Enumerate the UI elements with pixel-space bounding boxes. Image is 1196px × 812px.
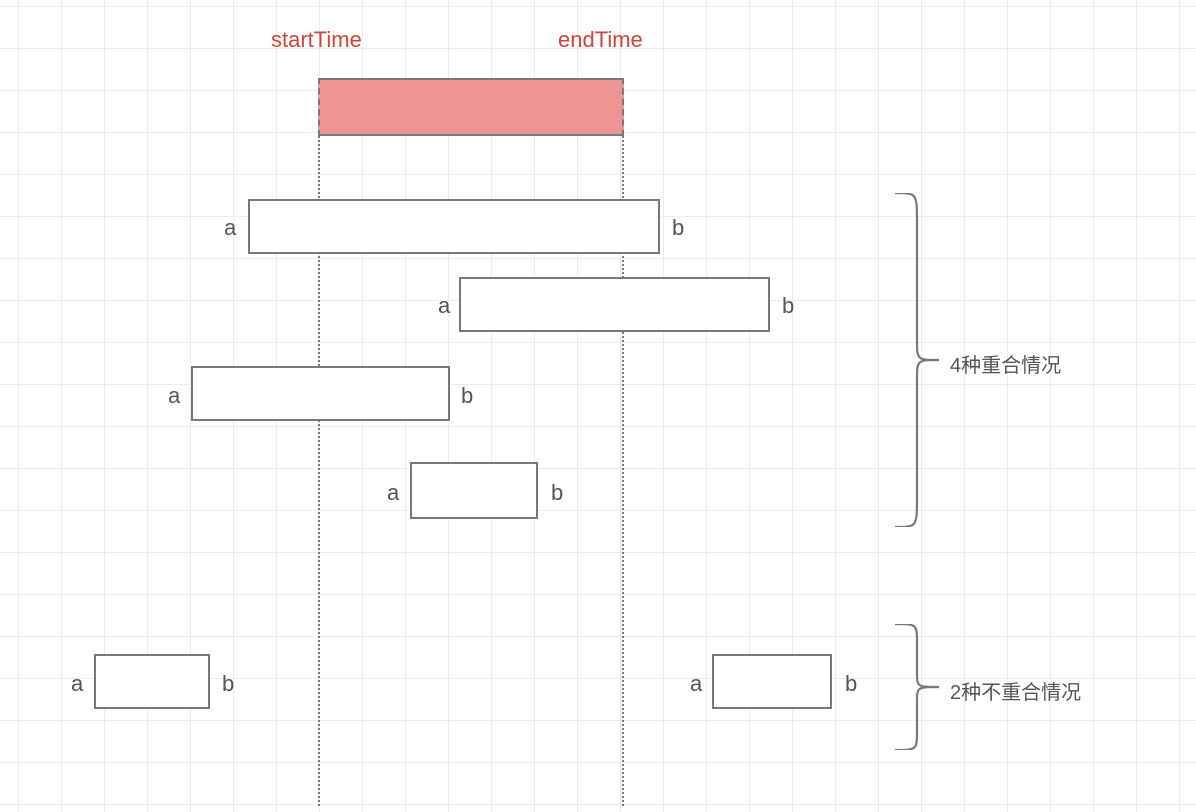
label-nonoverlap-cases: 2种不重合情况 [950,676,1081,705]
overlap-bar-1 [248,199,660,254]
overlap-bar-2 [459,277,770,332]
label-end-time: endTime [558,27,643,53]
label-b: b [782,293,794,319]
label-b: b [551,480,563,506]
brace-nonoverlap [895,624,945,750]
label-b: b [845,671,857,697]
label-b: b [461,383,473,409]
label-a: a [438,293,450,319]
label-b: b [672,215,684,241]
label-a: a [387,480,399,506]
diagram-canvas: startTime endTime a b a b a b a b a b a … [0,0,1196,812]
nonoverlap-bar-left [94,654,210,709]
label-a: a [71,671,83,697]
label-a: a [224,215,236,241]
label-overlap-cases: 4种重合情况 [950,349,1061,378]
overlap-bar-4 [410,462,538,519]
nonoverlap-bar-right [712,654,832,709]
label-a: a [168,383,180,409]
reference-interval-bar [318,78,624,136]
label-start-time: startTime [271,27,362,53]
label-b: b [222,671,234,697]
label-a: a [690,671,702,697]
overlap-bar-3 [191,366,450,421]
brace-overlap [895,193,945,527]
